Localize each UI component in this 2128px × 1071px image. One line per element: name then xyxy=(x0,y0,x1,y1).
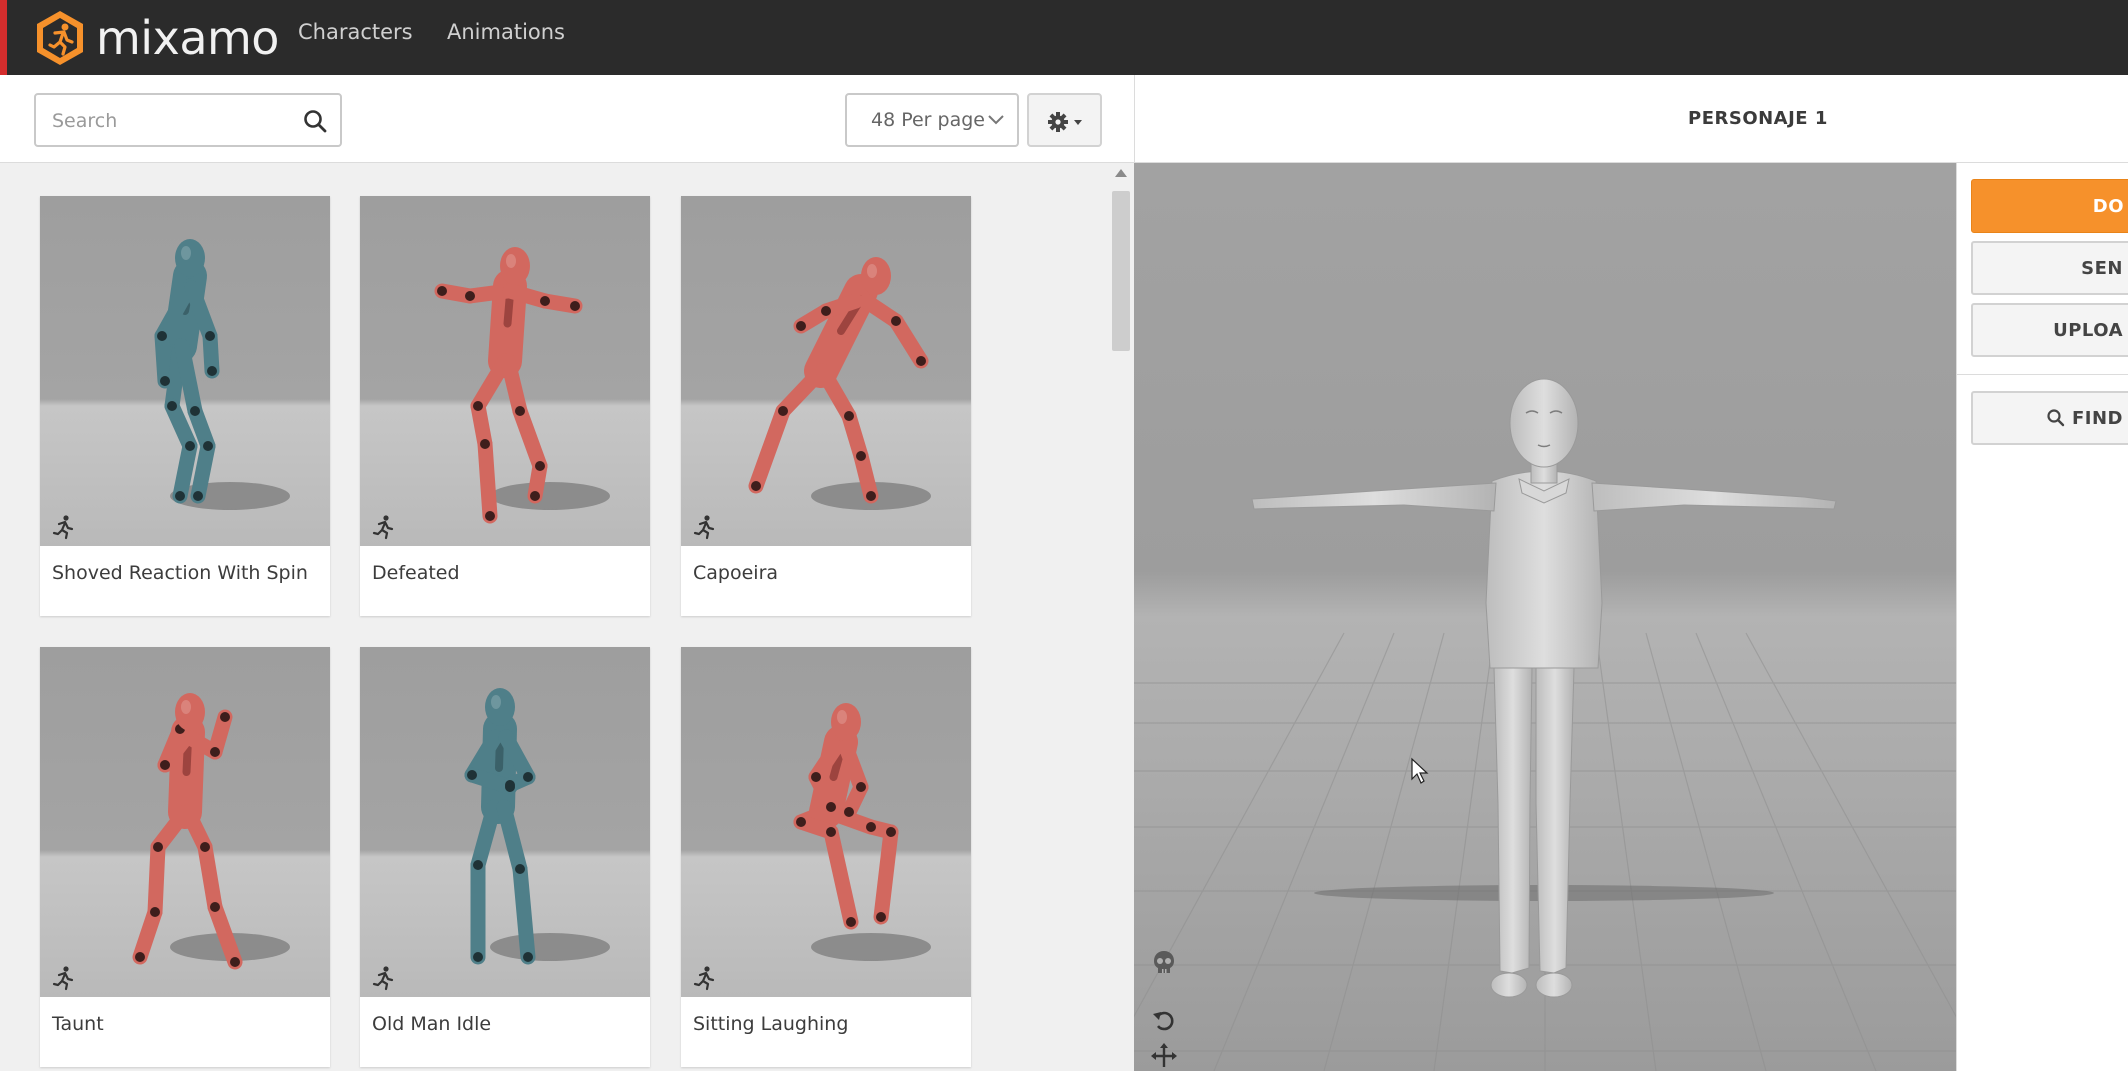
reset-view-icon[interactable] xyxy=(1150,1006,1178,1034)
animation-thumbnail[interactable] xyxy=(681,196,971,546)
character-3d-viewport[interactable] xyxy=(1134,163,1956,1071)
search-icon xyxy=(2047,409,2065,427)
animation-name: Taunt xyxy=(52,1013,104,1035)
per-page-value: 48 Per page xyxy=(871,109,985,131)
brand-logo[interactable]: mixamo xyxy=(34,8,279,68)
upload-character-button[interactable]: UPLOA xyxy=(1971,303,2128,357)
animation-name: Sitting Laughing xyxy=(693,1013,849,1035)
gear-icon xyxy=(1048,112,1082,132)
scrollbar-thumb[interactable] xyxy=(1112,191,1130,351)
character-actions-panel: DO SEN UPLOA FIND xyxy=(1956,163,2128,1071)
pan-move-icon[interactable] xyxy=(1150,1042,1178,1070)
download-button-label: DO xyxy=(2092,195,2124,217)
animation-type-icon xyxy=(372,515,394,540)
top-nav-bar: mixamo Characters Animations xyxy=(0,0,2128,75)
animation-name: Shoved Reaction With Spin xyxy=(52,562,308,584)
brand-name: mixamo xyxy=(96,11,279,65)
nav-characters[interactable]: Characters xyxy=(298,20,413,44)
actions-divider xyxy=(1957,374,2128,375)
animation-card[interactable]: Shoved Reaction With Spin xyxy=(40,196,330,616)
animation-thumbnail[interactable] xyxy=(40,196,330,546)
animation-toolbar: 48 Per page xyxy=(0,75,1134,163)
find-button-label: FIND xyxy=(2072,407,2123,429)
animation-type-icon xyxy=(372,966,394,991)
settings-dropdown-button[interactable] xyxy=(1027,93,1102,147)
download-button[interactable]: DO xyxy=(1971,179,2128,233)
animation-name: Defeated xyxy=(372,562,460,584)
search-input[interactable] xyxy=(52,108,292,134)
scroll-up-arrow-icon[interactable] xyxy=(1115,169,1127,177)
send-button-label: SEN xyxy=(2081,257,2123,279)
animation-card[interactable]: Defeated xyxy=(360,196,650,616)
animation-thumbnail[interactable] xyxy=(360,196,650,546)
animation-name: Capoeira xyxy=(693,562,779,584)
animation-type-icon xyxy=(52,966,74,991)
animation-card[interactable]: Old Man Idle xyxy=(360,647,650,1067)
nav-animations[interactable]: Animations xyxy=(447,20,565,44)
animation-name: Old Man Idle xyxy=(372,1013,492,1035)
search-icon[interactable] xyxy=(302,108,328,134)
animation-thumbnail[interactable] xyxy=(360,647,650,997)
search-field[interactable] xyxy=(34,93,342,147)
per-page-select[interactable]: 48 Per page xyxy=(845,93,1019,147)
skeleton-toggle-icon[interactable] xyxy=(1150,948,1178,976)
animation-type-icon xyxy=(693,515,715,540)
character-title: PERSONAJE 1 xyxy=(1688,108,1828,129)
chevron-down-icon xyxy=(988,115,1004,125)
animation-card[interactable]: Sitting Laughing xyxy=(681,647,971,1067)
send-button[interactable]: SEN xyxy=(1971,241,2128,295)
animation-type-icon xyxy=(52,515,74,540)
upload-button-label: UPLOA xyxy=(2053,319,2123,341)
animation-type-icon xyxy=(693,966,715,991)
animation-thumbnail[interactable] xyxy=(40,647,330,997)
find-similar-button[interactable]: FIND xyxy=(1971,391,2128,445)
animation-grid: Shoved Reaction With Spin Defeated Capoe… xyxy=(0,163,1134,1071)
animation-card[interactable]: Capoeira xyxy=(681,196,971,616)
animation-card[interactable]: Taunt xyxy=(40,647,330,1067)
character-header: PERSONAJE 1 xyxy=(1134,75,2128,163)
animation-thumbnail[interactable] xyxy=(681,647,971,997)
mixamo-app: mixamo Characters Animations 48 Per page xyxy=(0,0,2128,1071)
mixamo-logo-icon xyxy=(37,11,83,65)
grid-scrollbar[interactable] xyxy=(1108,163,1134,1071)
